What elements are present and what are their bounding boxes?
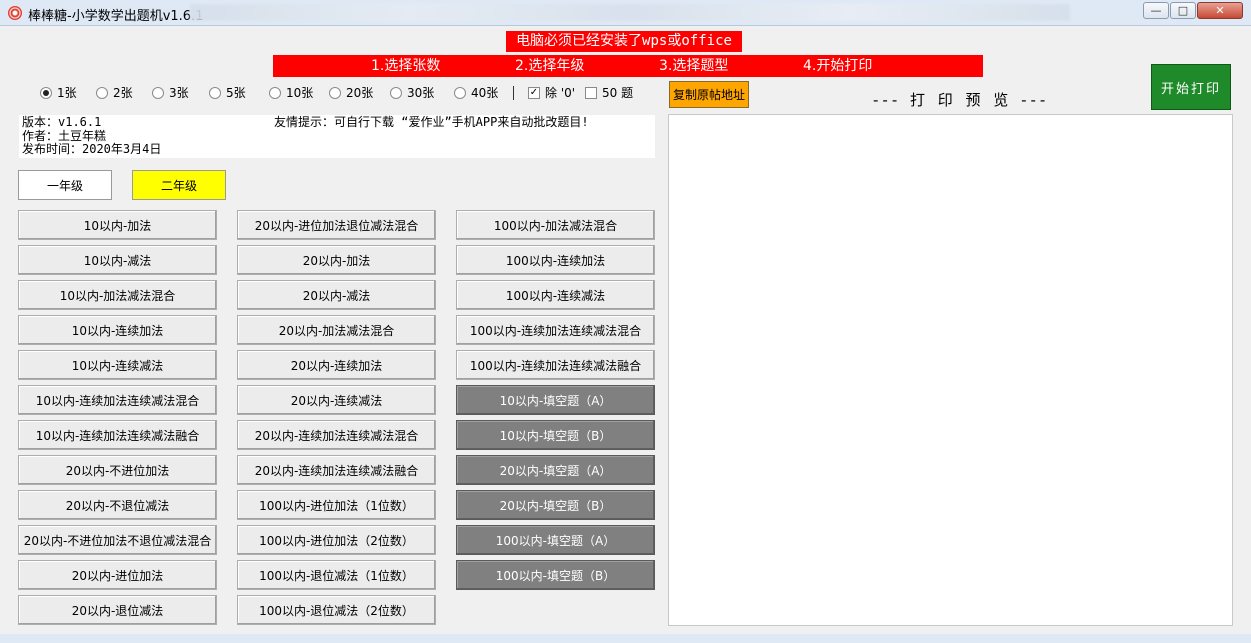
problem-type-button[interactable]: 10以内-加法减法混合 xyxy=(18,280,217,310)
grade-1-button[interactable]: 一年级 xyxy=(18,170,112,200)
radio-label: 40张 xyxy=(471,85,498,101)
problem-type-button[interactable]: 20以内-进位加法退位减法混合 xyxy=(237,210,436,240)
radio-dot[interactable] xyxy=(269,87,281,99)
print-preview-area xyxy=(668,114,1233,626)
divider xyxy=(513,86,514,100)
problem-type-button[interactable]: 20以内-连续减法 xyxy=(237,385,436,415)
step-3: 3.选择题型 xyxy=(659,55,728,77)
window-bottom-border xyxy=(0,634,1251,643)
release-date-text: 发布时间：2020年3月4日 xyxy=(22,143,652,157)
problem-type-button[interactable]: 100以内-连续减法 xyxy=(456,280,655,310)
problem-type-button[interactable]: 20以内-不退位减法 xyxy=(18,490,217,520)
info-box: 版本：v1.6.1 作者：土豆年糕 发布时间：2020年3月4日 友情提示：可自… xyxy=(19,115,655,158)
radio-label: 30张 xyxy=(407,85,434,101)
problem-type-button[interactable]: 20以内-连续加法连续减法混合 xyxy=(237,420,436,450)
problem-type-button[interactable]: 20以内-不进位加法不退位减法混合 xyxy=(18,525,217,555)
radio-sheets-5[interactable]: 5张 xyxy=(209,85,246,101)
problem-type-button[interactable]: 20以内-连续加法连续减法融合 xyxy=(237,455,436,485)
problem-type-button[interactable]: 100以内-连续加法连续减法混合 xyxy=(456,315,655,345)
close-icon: ✕ xyxy=(1215,4,1224,17)
title-bar: 棒棒糖-小学数学出题机v1.6.1 — □ ✕ xyxy=(0,0,1251,26)
radio-sheets-20[interactable]: 20张 xyxy=(329,85,373,101)
problem-type-button[interactable]: 20以内-退位减法 xyxy=(18,595,217,625)
radio-dot[interactable] xyxy=(152,87,164,99)
steps-banner: 1.选择张数 2.选择年级 3.选择题型 4.开始打印 xyxy=(273,55,983,77)
blurred-taskbar-area xyxy=(190,4,1070,21)
start-print-button[interactable]: 开始打印 xyxy=(1151,64,1231,110)
maximize-icon: □ xyxy=(1178,4,1188,17)
radio-label: 2张 xyxy=(113,85,133,101)
radio-dot[interactable] xyxy=(40,87,52,99)
copy-link-button[interactable]: 复制原帖地址 xyxy=(669,81,749,108)
problem-type-button[interactable]: 10以内-填空题（B） xyxy=(456,420,655,450)
radio-sheets-10[interactable]: 10张 xyxy=(269,85,313,101)
problem-type-button[interactable]: 100以内-填空题（B） xyxy=(456,560,655,590)
radio-dot[interactable] xyxy=(96,87,108,99)
minimize-button[interactable]: — xyxy=(1143,2,1169,19)
print-preview-title: --- 打 印 预 览 --- xyxy=(873,89,1049,110)
radio-label: 20张 xyxy=(346,85,373,101)
checkbox-exclude-zero[interactable]: ✓ 除 '0' xyxy=(528,85,575,101)
step-2: 2.选择年级 xyxy=(515,55,584,77)
problem-type-button[interactable]: 20以内-不进位加法 xyxy=(18,455,217,485)
lollipop-icon xyxy=(8,6,22,20)
radio-dot[interactable] xyxy=(329,87,341,99)
problem-type-button[interactable]: 20以内-填空题（B） xyxy=(456,490,655,520)
problem-type-button[interactable]: 100以内-连续加法连续减法融合 xyxy=(456,350,655,380)
radio-sheets-3[interactable]: 3张 xyxy=(152,85,189,101)
radio-sheets-40[interactable]: 40张 xyxy=(454,85,498,101)
problem-type-button[interactable]: 20以内-减法 xyxy=(237,280,436,310)
problem-type-button[interactable]: 100以内-连续加法 xyxy=(456,245,655,275)
problem-type-button[interactable]: 20以内-连续加法 xyxy=(237,350,436,380)
step-4: 4.开始打印 xyxy=(803,55,872,77)
window-title: 棒棒糖-小学数学出题机v1.6.1 xyxy=(28,5,203,24)
radio-sheets-2[interactable]: 2张 xyxy=(96,85,133,101)
author-text: 作者：土豆年糕 xyxy=(22,130,652,144)
problem-type-button[interactable]: 10以内-减法 xyxy=(18,245,217,275)
radio-label: 5张 xyxy=(226,85,246,101)
radio-sheets-1[interactable]: 1张 xyxy=(40,85,77,101)
problem-type-button[interactable]: 20以内-加法 xyxy=(237,245,436,275)
maximize-button[interactable]: □ xyxy=(1170,2,1196,19)
problem-type-button[interactable]: 10以内-填空题（A） xyxy=(456,385,655,415)
problem-type-button[interactable]: 10以内-连续加法连续减法混合 xyxy=(18,385,217,415)
step-1: 1.选择张数 xyxy=(371,55,440,77)
radio-dot[interactable] xyxy=(209,87,221,99)
radio-sheets-30[interactable]: 30张 xyxy=(390,85,434,101)
problem-type-button[interactable]: 10以内-连续加法连续减法融合 xyxy=(18,420,217,450)
checkbox-50-questions[interactable]: 50 题 xyxy=(585,85,633,101)
radio-label: 1张 xyxy=(57,85,77,101)
checkbox-box[interactable] xyxy=(585,87,597,99)
problem-type-button[interactable]: 100以内-退位减法（1位数） xyxy=(237,560,436,590)
problem-type-button[interactable]: 20以内-进位加法 xyxy=(18,560,217,590)
problem-type-button[interactable]: 10以内-加法 xyxy=(18,210,217,240)
radio-dot[interactable] xyxy=(454,87,466,99)
notice-banner: 电脑必须已经安装了wps或office xyxy=(506,31,742,52)
problem-type-button[interactable]: 10以内-连续加法 xyxy=(18,315,217,345)
problem-type-button[interactable]: 10以内-连续减法 xyxy=(18,350,217,380)
checkbox-label: 除 '0' xyxy=(545,85,575,101)
radio-label: 10张 xyxy=(286,85,313,101)
radio-label: 3张 xyxy=(169,85,189,101)
problem-type-button[interactable]: 100以内-进位加法（2位数） xyxy=(237,525,436,555)
checkbox-label: 50 题 xyxy=(602,85,633,101)
tip-text: 友情提示：可自行下载 “爱作业”手机APP来自动批改题目! xyxy=(274,116,589,130)
problem-type-button[interactable]: 20以内-加法减法混合 xyxy=(237,315,436,345)
problem-type-button[interactable]: 100以内-加法减法混合 xyxy=(456,210,655,240)
grade-2-button[interactable]: 二年级 xyxy=(132,170,226,200)
minimize-icon: — xyxy=(1151,4,1162,17)
problem-type-button[interactable]: 20以内-填空题（A） xyxy=(456,455,655,485)
checkmark-icon[interactable]: ✓ xyxy=(528,87,540,99)
close-button[interactable]: ✕ xyxy=(1197,2,1243,19)
radio-dot[interactable] xyxy=(390,87,402,99)
problem-type-button[interactable]: 100以内-填空题（A） xyxy=(456,525,655,555)
problem-type-button[interactable]: 100以内-退位减法（2位数） xyxy=(237,595,436,625)
problem-type-button[interactable]: 100以内-进位加法（1位数） xyxy=(237,490,436,520)
